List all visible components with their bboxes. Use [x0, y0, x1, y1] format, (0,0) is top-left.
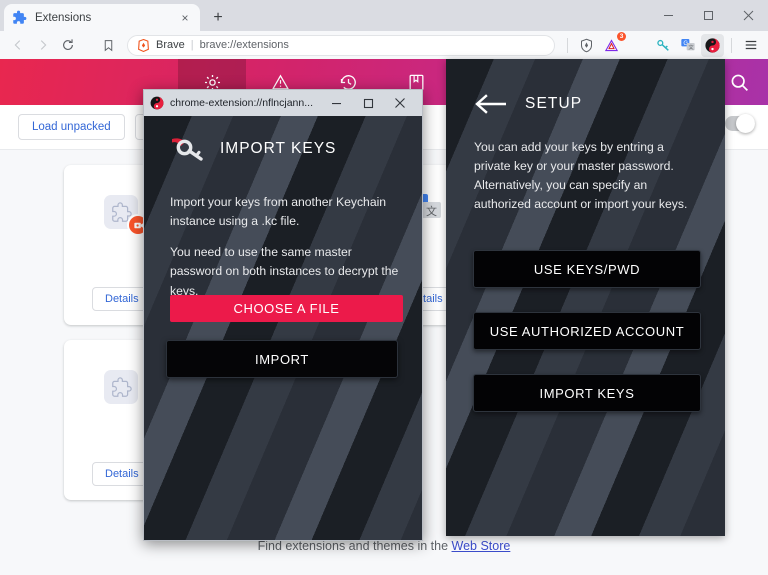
import-keys-window: chrome-extension://nflncjann... IMPORT K… [143, 89, 423, 541]
setup-description-line2: Alternatively, you can specify an author… [474, 177, 688, 211]
webstore-footer: Find extensions and themes in the Web St… [0, 539, 768, 553]
forward-arrow-icon[interactable] [31, 34, 54, 57]
popup-close-icon[interactable] [384, 90, 416, 116]
popup-minimize-icon[interactable] [320, 90, 352, 116]
back-arrow-icon[interactable] [474, 93, 508, 115]
window-controls [648, 0, 768, 31]
setup-description: You can add your keys by entring a priva… [474, 138, 700, 214]
keychain-active-extension-icon[interactable] [701, 33, 724, 57]
keychain-extension-icon[interactable] [651, 34, 674, 57]
svg-text:文: 文 [426, 204, 437, 218]
minimize-icon[interactable] [648, 0, 688, 31]
import-keys-paragraph-1: Import your keys from another Keychain i… [170, 195, 387, 229]
toggle-knob [736, 114, 755, 133]
popup-maximize-icon[interactable] [352, 90, 384, 116]
setup-header: SETUP [474, 93, 582, 115]
maximize-icon[interactable] [688, 0, 728, 31]
back-arrow-icon[interactable] [6, 34, 29, 57]
new-tab-button[interactable]: + [208, 8, 228, 28]
browser-tab-title: Extensions [35, 11, 92, 24]
bookmark-icon[interactable] [97, 34, 120, 57]
browser-tabstrip: Extensions × + [0, 0, 768, 31]
load-unpacked-button[interactable]: Load unpacked [18, 114, 125, 140]
toolbar-divider [567, 37, 568, 53]
puzzle-icon [104, 370, 138, 404]
import-keys-title: IMPORT KEYS [220, 140, 337, 157]
rewards-badge-count: 3 [617, 31, 626, 41]
setup-title: SETUP [525, 95, 583, 112]
puzzle-icon [13, 10, 27, 24]
brave-lion-icon [138, 38, 149, 52]
webstore-link[interactable]: Web Store [452, 539, 511, 553]
developer-mode-toggle[interactable] [725, 114, 755, 133]
import-button[interactable]: IMPORT [166, 340, 398, 378]
webstore-footer-text: Find extensions and themes in the [257, 539, 452, 553]
brave-shields-icon[interactable] [575, 34, 598, 57]
key-icon [172, 138, 203, 161]
import-keys-button[interactable]: IMPORT KEYS [473, 374, 701, 412]
omnibox-brand: Brave [156, 39, 185, 51]
keychain-icon [150, 96, 164, 110]
import-keys-paragraph-2: You need to use the same master password… [170, 245, 399, 298]
reload-icon[interactable] [56, 34, 79, 57]
use-keys-pwd-button[interactable]: USE KEYS/PWD [473, 250, 701, 288]
address-bar[interactable]: Brave | brave://extensions [127, 34, 555, 56]
setup-description-line1: You can add your keys by entring a priva… [474, 140, 674, 173]
tab-close-icon[interactable]: × [178, 12, 192, 24]
omnibox-url: brave://extensions [199, 39, 289, 51]
google-translate-extension-icon[interactable]: G 文 [676, 34, 699, 57]
toolbar-divider-2 [731, 37, 732, 53]
setup-panel: SETUP You can add your keys by entring a… [446, 59, 725, 536]
extension-icon-wrap [104, 195, 149, 236]
omnibox-separator: | [190, 39, 194, 51]
browser-menu-icon[interactable] [739, 34, 762, 57]
popup-titlebar[interactable]: chrome-extension://nflncjann... [144, 90, 422, 116]
use-authorized-account-button[interactable]: USE AUTHORIZED ACCOUNT [473, 312, 701, 350]
close-icon[interactable] [728, 0, 768, 31]
import-keys-body: IMPORT KEYS Import your keys from anothe… [144, 116, 422, 540]
import-keys-header: IMPORT KEYS [170, 136, 336, 162]
choose-a-file-button[interactable]: CHOOSE A FILE [170, 295, 403, 322]
browser-tab-extensions[interactable]: Extensions × [4, 4, 200, 31]
popup-window-title: chrome-extension://nflncjann... [170, 97, 313, 109]
screenshot-root: Extensions × + Brave | brave://extension… [0, 0, 768, 575]
brave-rewards-icon[interactable]: 3 [600, 31, 626, 57]
extension-icon-wrap [104, 370, 138, 404]
browser-toolbar: Brave | brave://extensions 3 G 文 [0, 31, 768, 59]
